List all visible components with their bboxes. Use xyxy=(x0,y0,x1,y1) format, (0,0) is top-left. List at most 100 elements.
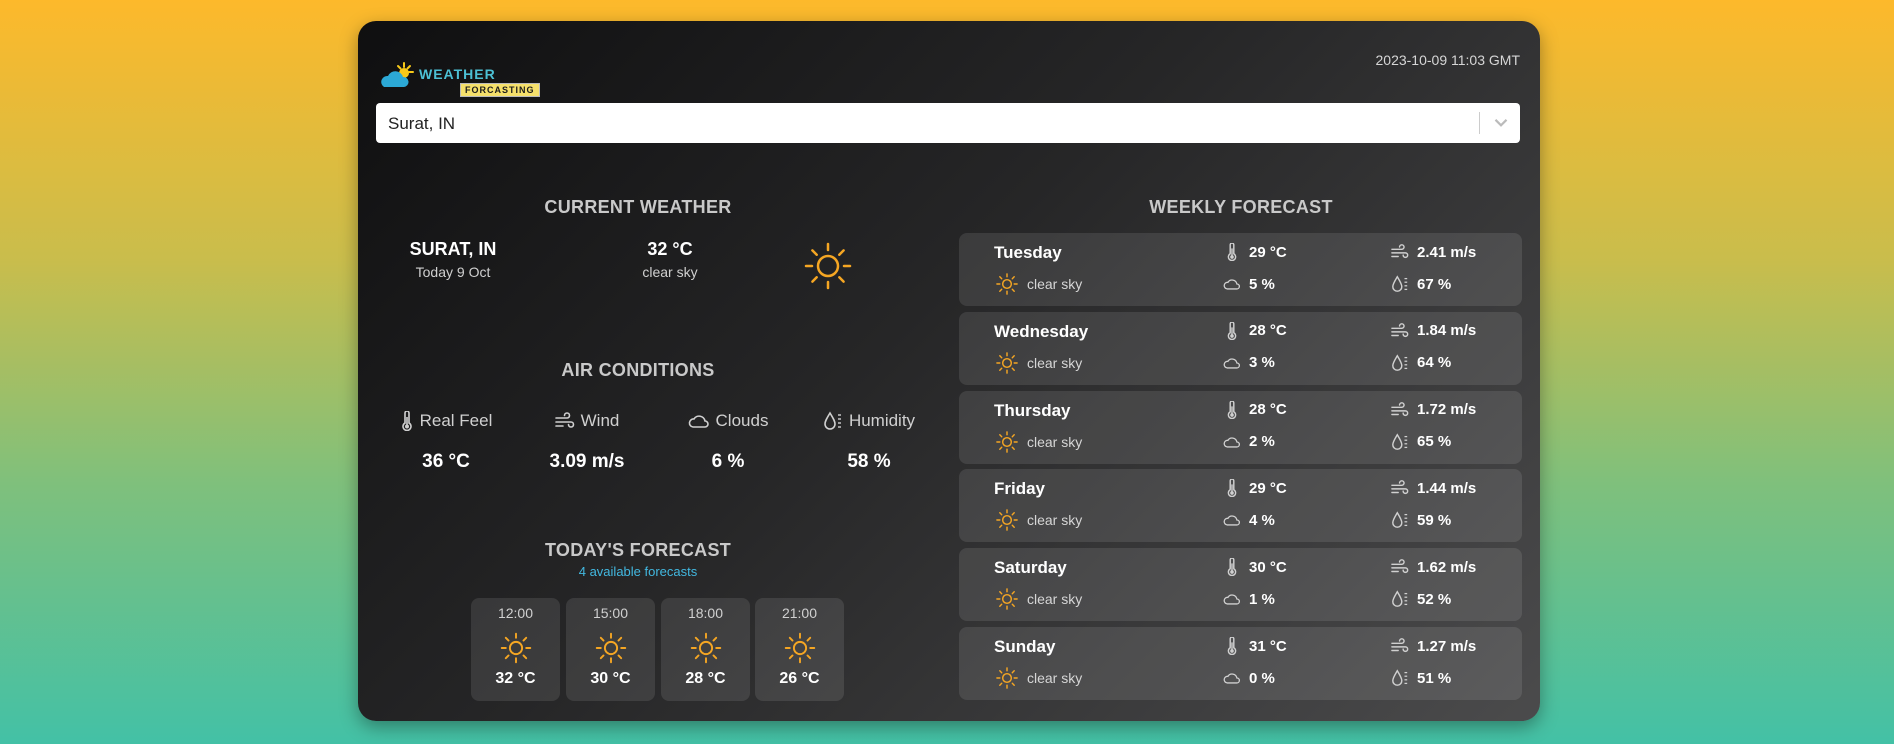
hourly-time: 18:00 xyxy=(687,605,724,621)
humidity-icon xyxy=(1392,432,1408,450)
forecast-wind-value: 1.72 m/s xyxy=(1417,401,1477,419)
forecast-clouds-value: 1 % xyxy=(1249,590,1275,608)
forecast-humidity: 65 % xyxy=(1391,432,1452,451)
logo-subword: FORCASTING xyxy=(460,83,540,97)
forecast-humidity-value: 67 % xyxy=(1417,275,1452,293)
forecast-clouds: 5 % xyxy=(1223,275,1275,293)
forecast-temp: 28 °C xyxy=(1223,321,1287,340)
forecast-day: Thursday xyxy=(994,400,1071,420)
cloud-icon xyxy=(1223,673,1240,684)
forecast-clouds: 4 % xyxy=(1223,511,1275,529)
forecast-clouds-value: 2 % xyxy=(1249,433,1275,451)
air-value: 6 % xyxy=(711,451,745,472)
cloud-icon xyxy=(1223,594,1240,605)
sun-icon xyxy=(784,632,815,664)
forecast-temp-value: 29 °C xyxy=(1249,243,1287,261)
weekly-forecast-heading: WEEKLY FORECAST xyxy=(1149,197,1333,217)
air-label: Humidity xyxy=(848,411,916,430)
sun-icon xyxy=(996,588,1018,610)
air-humidity: Humidity 58 % xyxy=(799,411,939,473)
forecast-wind-value: 1.44 m/s xyxy=(1417,479,1477,497)
hourly-time: 15:00 xyxy=(592,605,629,621)
hourly-temp: 32 °C xyxy=(495,670,536,687)
forecast-clouds-value: 3 % xyxy=(1249,354,1275,372)
forecast-humidity-value: 59 % xyxy=(1417,511,1452,529)
forecast-temp: 28 °C xyxy=(1223,400,1287,419)
weekly-forecast-row: Sunday clear sky 31 °C 0 % 1.27 m/s 51 % xyxy=(959,627,1522,700)
forecast-clouds: 1 % xyxy=(1223,590,1275,608)
todays-forecast-heading: TODAY'S FORECAST xyxy=(544,540,732,560)
forecast-temp-value: 29 °C xyxy=(1249,479,1287,497)
forecast-day: Tuesday xyxy=(994,243,1062,262)
chevron-down-icon[interactable] xyxy=(1490,111,1512,133)
forecast-description: clear sky xyxy=(995,351,1082,375)
forecast-description: clear sky xyxy=(995,666,1082,690)
humidity-icon xyxy=(1392,275,1408,292)
weekly-forecast-row: Friday clear sky 29 °C 4 % 1.44 m/s 59 % xyxy=(959,469,1522,543)
air-value: 3.09 m/s xyxy=(549,451,625,472)
forecast-wind-value: 1.27 m/s xyxy=(1417,637,1477,655)
wind-icon xyxy=(1391,480,1409,495)
wind-icon xyxy=(1391,638,1409,653)
wind-icon xyxy=(1391,244,1409,259)
sun-icon xyxy=(996,351,1018,374)
forecast-temp-value: 30 °C xyxy=(1249,558,1287,576)
sun-icon xyxy=(690,632,721,664)
thermometer-icon xyxy=(1227,637,1237,655)
hourly-forecast-card: 18:00 28 °C xyxy=(661,598,750,701)
hourly-temp: 30 °C xyxy=(590,670,631,687)
hourly-forecast-card: 12:00 32 °C xyxy=(471,598,560,701)
wind-icon xyxy=(554,412,574,428)
cloud-icon xyxy=(1223,515,1240,526)
forecast-description: clear sky xyxy=(995,430,1082,454)
sun-icon xyxy=(996,667,1018,689)
hourly-time: 21:00 xyxy=(781,605,818,621)
humidity-icon xyxy=(1392,590,1408,608)
forecast-description: clear sky xyxy=(995,508,1082,532)
forecast-temp-value: 28 °C xyxy=(1249,401,1287,419)
sun-icon xyxy=(500,632,531,664)
wind-icon xyxy=(1391,322,1409,337)
forecast-humidity: 51 % xyxy=(1391,669,1451,687)
air-value: 36 °C xyxy=(422,451,470,472)
select-separator xyxy=(1479,112,1480,134)
forecast-clouds-value: 4 % xyxy=(1249,511,1275,529)
sun-icon xyxy=(996,509,1018,532)
air-conditions-heading: AIR CONDITIONS xyxy=(561,360,715,380)
air-value: 58 % xyxy=(847,451,891,472)
forecast-wind: 1.44 m/s xyxy=(1391,479,1476,497)
cloud-icon xyxy=(688,415,709,428)
thermometer-icon xyxy=(1227,479,1237,498)
humidity-icon xyxy=(824,411,841,430)
forecast-description-text: clear sky xyxy=(1027,512,1083,529)
humidity-icon xyxy=(1392,669,1408,686)
forecast-humidity: 52 % xyxy=(1391,590,1451,608)
city-search-select[interactable]: Surat, IN xyxy=(376,103,1520,143)
forecast-humidity-value: 65 % xyxy=(1417,433,1452,451)
weekly-forecast-row: Thursday clear sky 28 °C 2 % 1.72 m/s 65… xyxy=(959,390,1522,464)
forecast-wind: 1.72 m/s xyxy=(1391,401,1476,419)
forecast-day: Saturday xyxy=(994,558,1067,578)
forecast-humidity: 67 % xyxy=(1391,275,1451,293)
forecast-wind-value: 1.84 m/s xyxy=(1417,322,1477,340)
forecast-wind: 1.84 m/s xyxy=(1391,322,1476,340)
weekly-forecast-row: Tuesday clear sky 29 °C 5 % 2.41 m/s 67 … xyxy=(959,233,1522,306)
forecast-wind: 2.41 m/s xyxy=(1391,243,1476,261)
forecast-wind: 1.27 m/s xyxy=(1391,637,1476,655)
logo-icon xyxy=(381,62,414,87)
thermometer-icon xyxy=(1227,558,1237,577)
air-clouds: Clouds 6 % xyxy=(658,411,798,473)
current-temp-block: 32 °C clear sky xyxy=(600,239,740,280)
hourly-forecast-card: 15:00 30 °C xyxy=(566,598,655,701)
sun-icon xyxy=(996,273,1018,295)
forecast-wind-value: 2.41 m/s xyxy=(1417,243,1477,261)
forecast-temp-value: 31 °C xyxy=(1249,637,1287,655)
forecast-wind: 1.62 m/s xyxy=(1391,558,1476,576)
current-temp: 32 °C xyxy=(647,239,693,259)
forecast-clouds-value: 5 % xyxy=(1249,275,1275,293)
air-label: Clouds xyxy=(715,411,769,430)
forecast-description-text: clear sky xyxy=(1027,433,1083,450)
sun-icon xyxy=(804,242,852,290)
forecast-humidity-value: 51 % xyxy=(1417,669,1452,687)
hourly-time: 12:00 xyxy=(497,605,534,621)
